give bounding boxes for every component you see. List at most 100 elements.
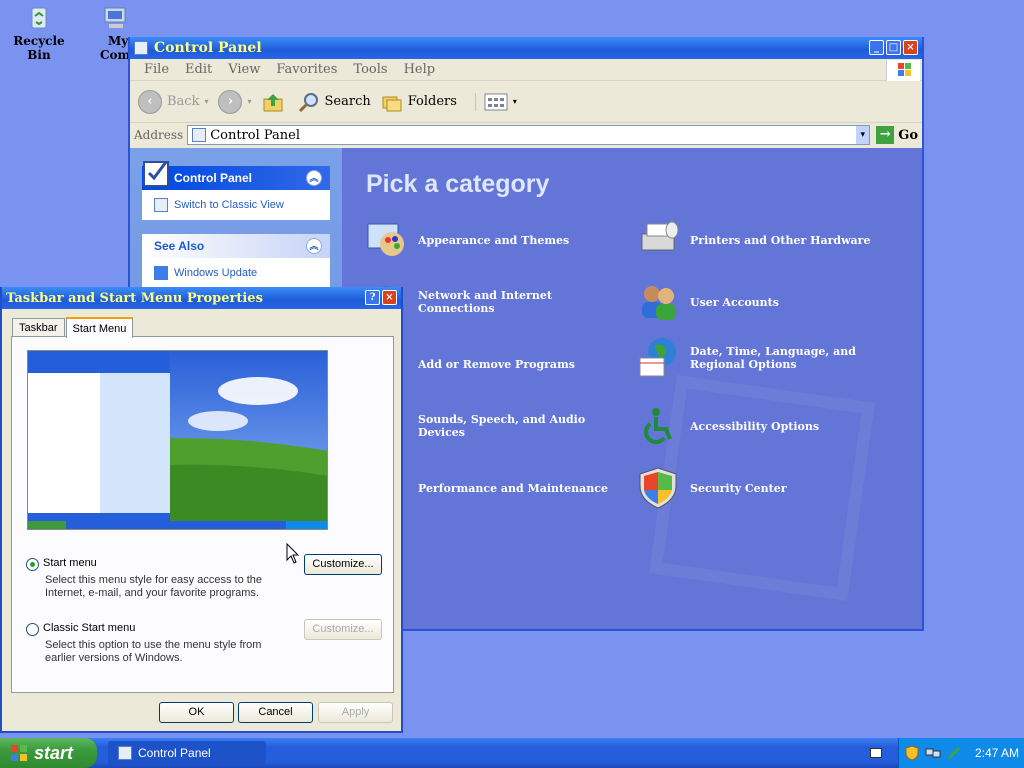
folders-button[interactable]: Folders bbox=[381, 91, 457, 113]
mouse-pointer-icon bbox=[286, 543, 300, 564]
help-button[interactable]: ? bbox=[365, 290, 380, 305]
appearance-themes-label: Appearance and Themes bbox=[418, 233, 570, 247]
user-accounts-label: User Accounts bbox=[690, 295, 779, 309]
classic-customize-button[interactable]: Customize... bbox=[304, 619, 382, 640]
up-folder-button[interactable] bbox=[262, 91, 284, 113]
category-network-internet[interactable]: Network and Internet Connections bbox=[364, 280, 624, 324]
sounds-speech-audio-label: Sounds, Speech, and Audio Devices bbox=[418, 413, 586, 439]
back-label: Back bbox=[167, 94, 200, 109]
windows-logo-icon bbox=[886, 60, 920, 81]
dialog-titlebar[interactable]: Taskbar and Start Menu Properties ? × bbox=[2, 287, 401, 309]
address-bar: Address Control Panel ▾ → Go bbox=[130, 123, 922, 147]
start-button[interactable]: start bbox=[0, 738, 97, 768]
category-security-center[interactable]: Security Center bbox=[636, 466, 896, 510]
classic-start-menu-option[interactable]: Classic Start menu bbox=[26, 622, 136, 636]
category-add-remove-programs[interactable]: Add or Remove Programs bbox=[364, 342, 624, 386]
user-accounts-icon bbox=[642, 286, 676, 320]
see-also-header[interactable]: See Also ︽ bbox=[142, 234, 330, 258]
windows-update-link[interactable]: Windows Update bbox=[142, 258, 330, 288]
taskbar-task-label: Control Panel bbox=[138, 746, 211, 760]
ok-button[interactable]: OK bbox=[159, 702, 234, 723]
views-dropdown-icon: ▾ bbox=[512, 97, 517, 106]
control-panel-small-icon bbox=[192, 128, 207, 142]
search-icon bbox=[298, 92, 318, 112]
tab-start-menu[interactable]: Start Menu bbox=[65, 317, 134, 338]
category-date-time-language[interactable]: Date, Time, Language, and Regional Optio… bbox=[636, 336, 896, 380]
see-also-box: See Also ︽ Windows Update bbox=[142, 234, 330, 288]
back-arrow-icon: ‹ bbox=[138, 89, 162, 114]
accessibility-icon bbox=[644, 408, 672, 444]
maximize-button[interactable]: □ bbox=[886, 40, 901, 55]
menu-tools[interactable]: Tools bbox=[345, 62, 395, 77]
keyboard-icon[interactable] bbox=[870, 748, 882, 758]
appearance-themes-icon bbox=[367, 223, 404, 256]
windows-update-icon bbox=[154, 266, 168, 280]
see-also-chevron-icon[interactable]: ︽ bbox=[306, 238, 322, 254]
safely-remove-hardware-icon[interactable] bbox=[947, 746, 961, 760]
taskbar-properties-dialog: Taskbar and Start Menu Properties ? × Ta… bbox=[0, 287, 403, 733]
start-menu-preview-image bbox=[27, 350, 328, 530]
start-menu-radio[interactable] bbox=[26, 558, 39, 571]
date-time-language-label: Date, Time, Language, and Regional Optio… bbox=[690, 345, 856, 371]
menu-help[interactable]: Help bbox=[396, 62, 444, 77]
add-remove-programs-label: Add or Remove Programs bbox=[418, 357, 575, 371]
dialog-close-button[interactable]: × bbox=[382, 290, 397, 305]
recycle-bin-icon bbox=[25, 4, 53, 32]
cancel-button[interactable]: Cancel bbox=[238, 702, 313, 723]
address-input[interactable]: Control Panel ▾ bbox=[187, 125, 871, 145]
toolbar: ‹ Back ▾ › ▾ Search Folders ▾ bbox=[130, 81, 922, 123]
back-button[interactable]: ‹ Back ▾ bbox=[138, 89, 208, 114]
network-icon[interactable] bbox=[925, 746, 941, 760]
category-printers-hardware[interactable]: Printers and Other Hardware bbox=[636, 218, 896, 262]
recycle-bin-label: Recycle Bin bbox=[13, 34, 65, 62]
category-appearance-themes[interactable]: Appearance and Themes bbox=[364, 218, 624, 262]
views-button[interactable]: ▾ bbox=[474, 92, 517, 111]
address-dropdown-icon[interactable]: ▾ bbox=[856, 126, 870, 144]
switch-classic-view-link[interactable]: Switch to Classic View bbox=[142, 190, 330, 220]
address-value: Control Panel bbox=[210, 127, 301, 143]
customize-button[interactable]: Customize... bbox=[304, 554, 382, 575]
apply-button[interactable]: Apply bbox=[318, 702, 393, 723]
classic-start-menu-option-desc: Select this option to use the menu style… bbox=[45, 639, 262, 664]
control-panel-box: Control Panel ︽ Switch to Classic View bbox=[142, 161, 330, 220]
menu-file[interactable]: File bbox=[136, 62, 177, 77]
search-button[interactable]: Search bbox=[298, 91, 371, 113]
collapse-chevron-icon[interactable]: ︽ bbox=[306, 170, 322, 186]
classic-view-icon bbox=[154, 198, 168, 212]
category-user-accounts[interactable]: User Accounts bbox=[636, 280, 896, 324]
taskbar-button-control-panel[interactable]: Control Panel bbox=[108, 741, 266, 765]
recycle-bin-desktop-icon[interactable]: Recycle Bin bbox=[2, 4, 76, 62]
minimize-button[interactable]: _ bbox=[869, 40, 884, 55]
switch-classic-view-label: Switch to Classic View bbox=[174, 199, 284, 211]
printers-hardware-label: Printers and Other Hardware bbox=[690, 233, 871, 247]
windows-flag-icon bbox=[11, 745, 27, 761]
tab-taskbar[interactable]: Taskbar bbox=[12, 318, 65, 337]
go-button[interactable]: → Go bbox=[876, 126, 918, 144]
security-center-label: Security Center bbox=[690, 481, 787, 495]
start-label: start bbox=[34, 742, 74, 763]
classic-start-menu-radio[interactable] bbox=[26, 623, 39, 636]
control-panel-titlebar[interactable]: Control Panel _ □ × bbox=[130, 37, 922, 59]
address-label: Address bbox=[134, 128, 184, 142]
menu-edit[interactable]: Edit bbox=[177, 62, 220, 77]
system-tray: 2:47 AM bbox=[898, 738, 1024, 768]
performance-maintenance-label: Performance and Maintenance bbox=[418, 481, 608, 495]
search-label: Search bbox=[324, 94, 371, 109]
folders-icon bbox=[382, 96, 402, 111]
computer-icon bbox=[102, 4, 130, 32]
category-sounds-speech-audio[interactable]: Sounds, Speech, and Audio Devices bbox=[364, 404, 624, 448]
classic-start-menu-option-label: Classic Start menu bbox=[43, 622, 136, 634]
security-alert-shield-icon[interactable] bbox=[905, 745, 919, 761]
category-pane: Pick a category Appearance and Themes Pr… bbox=[342, 148, 922, 629]
menu-favorites[interactable]: Favorites bbox=[268, 62, 345, 77]
category-performance-maintenance[interactable]: Performance and Maintenance bbox=[364, 466, 624, 510]
start-menu-option[interactable]: Start menu bbox=[26, 557, 97, 571]
folders-label: Folders bbox=[407, 94, 457, 109]
clock[interactable]: 2:47 AM bbox=[975, 746, 1019, 760]
taskbar-control-panel-icon bbox=[118, 746, 132, 760]
menu-view[interactable]: View bbox=[220, 62, 268, 77]
category-accessibility-options[interactable]: Accessibility Options bbox=[636, 404, 896, 448]
close-button[interactable]: × bbox=[903, 40, 918, 55]
taskbar: start Control Panel 2:47 AM bbox=[0, 738, 1024, 768]
forward-button[interactable]: › ▾ bbox=[218, 89, 252, 114]
